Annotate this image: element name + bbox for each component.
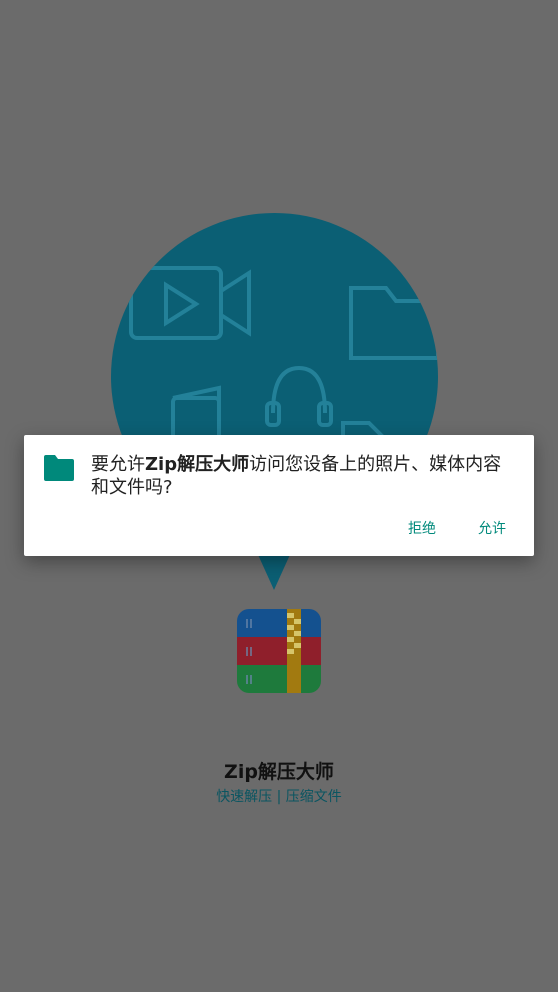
permission-dialog: 要允许Zip解压大师访问您设备上的照片、媒体内容和文件吗? 拒绝 允许 xyxy=(24,435,534,556)
app-tagline: 快速解压 | 压缩文件 xyxy=(216,789,342,805)
message-prefix: 要允许 xyxy=(91,454,145,475)
folder-icon xyxy=(349,286,438,360)
folder-icon xyxy=(44,455,74,481)
deny-button[interactable]: 拒绝 xyxy=(402,514,442,542)
video-icon xyxy=(129,266,251,340)
dialog-actions: 拒绝 允许 xyxy=(402,514,512,542)
message-app-name: Zip解压大师 xyxy=(145,454,250,475)
zip-archive-logo xyxy=(237,609,321,693)
dialog-message: 要允许Zip解压大师访问您设备上的照片、媒体内容和文件吗? xyxy=(91,453,516,499)
headset-icon xyxy=(265,365,333,427)
allow-button[interactable]: 允许 xyxy=(472,514,512,542)
app-name: Zip解压大师 xyxy=(224,761,334,783)
